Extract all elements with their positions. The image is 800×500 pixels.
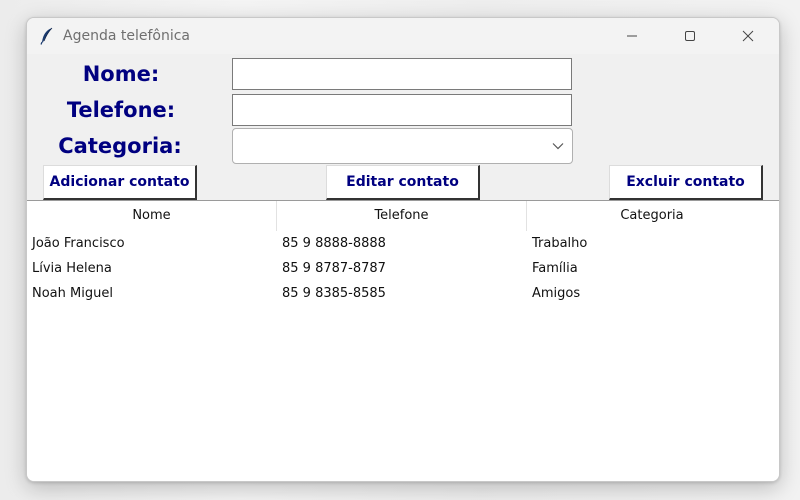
delete-contact-button[interactable]: Excluir contato xyxy=(609,165,763,200)
cell-categoria: Família xyxy=(532,261,578,276)
main-window: Agenda telefônica Nome: Telefone: Catego… xyxy=(26,17,780,482)
cell-nome: Lívia Helena xyxy=(32,261,112,276)
telefone-input[interactable] xyxy=(232,94,572,126)
contacts-table[interactable]: Nome Telefone Categoria João Francisco 8… xyxy=(27,200,779,481)
nome-label: Nome: xyxy=(82,62,160,86)
table-row[interactable]: Noah Miguel 85 9 8385-8585 Amigos xyxy=(27,281,777,306)
cell-categoria: Amigos xyxy=(532,286,581,301)
column-header-nome[interactable]: Nome xyxy=(27,201,277,231)
cell-telefone: 85 9 8888-8888 xyxy=(282,236,386,251)
table-row[interactable]: João Francisco 85 9 8888-8888 Trabalho xyxy=(27,231,777,256)
edit-contact-button[interactable]: Editar contato xyxy=(326,165,480,200)
cell-telefone: 85 9 8385-8585 xyxy=(282,286,386,301)
table-header: Nome Telefone Categoria xyxy=(27,201,777,231)
cell-telefone: 85 9 8787-8787 xyxy=(282,261,386,276)
cell-nome: João Francisco xyxy=(32,236,125,251)
minimize-icon xyxy=(627,35,637,37)
column-header-categoria[interactable]: Categoria xyxy=(527,201,777,231)
window-title: Agenda telefônica xyxy=(63,28,191,44)
minimize-button[interactable] xyxy=(609,18,655,54)
table-row[interactable]: Lívia Helena 85 9 8787-8787 Família xyxy=(27,256,777,281)
nome-input[interactable] xyxy=(232,58,572,90)
close-button[interactable] xyxy=(725,18,771,54)
add-contact-button[interactable]: Adicionar contato xyxy=(43,165,197,200)
telefone-label: Telefone: xyxy=(66,98,176,122)
categoria-label: Categoria: xyxy=(58,134,182,158)
feather-icon xyxy=(39,27,55,45)
cell-nome: Noah Miguel xyxy=(32,286,113,301)
maximize-icon xyxy=(685,31,695,41)
title-bar[interactable]: Agenda telefônica xyxy=(27,18,779,54)
chevron-down-icon[interactable] xyxy=(552,142,564,150)
cell-categoria: Trabalho xyxy=(532,236,588,251)
column-header-telefone[interactable]: Telefone xyxy=(277,201,527,231)
close-icon xyxy=(742,30,754,42)
maximize-button[interactable] xyxy=(667,18,713,54)
categoria-combobox[interactable] xyxy=(232,128,573,164)
